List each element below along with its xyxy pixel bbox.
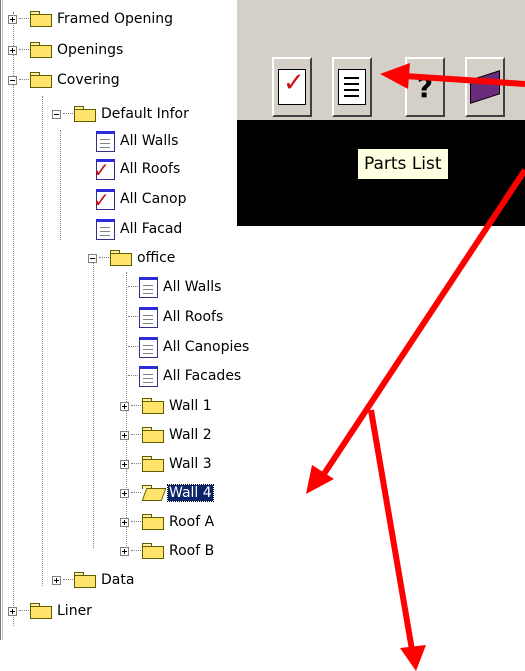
arrow-to-parts-list xyxy=(404,73,525,87)
arrow-to-wall-4 xyxy=(319,168,525,479)
arrowhead xyxy=(380,63,410,89)
arrow-down xyxy=(368,409,415,651)
annotation-arrows xyxy=(306,63,525,671)
arrowhead xyxy=(400,645,426,671)
